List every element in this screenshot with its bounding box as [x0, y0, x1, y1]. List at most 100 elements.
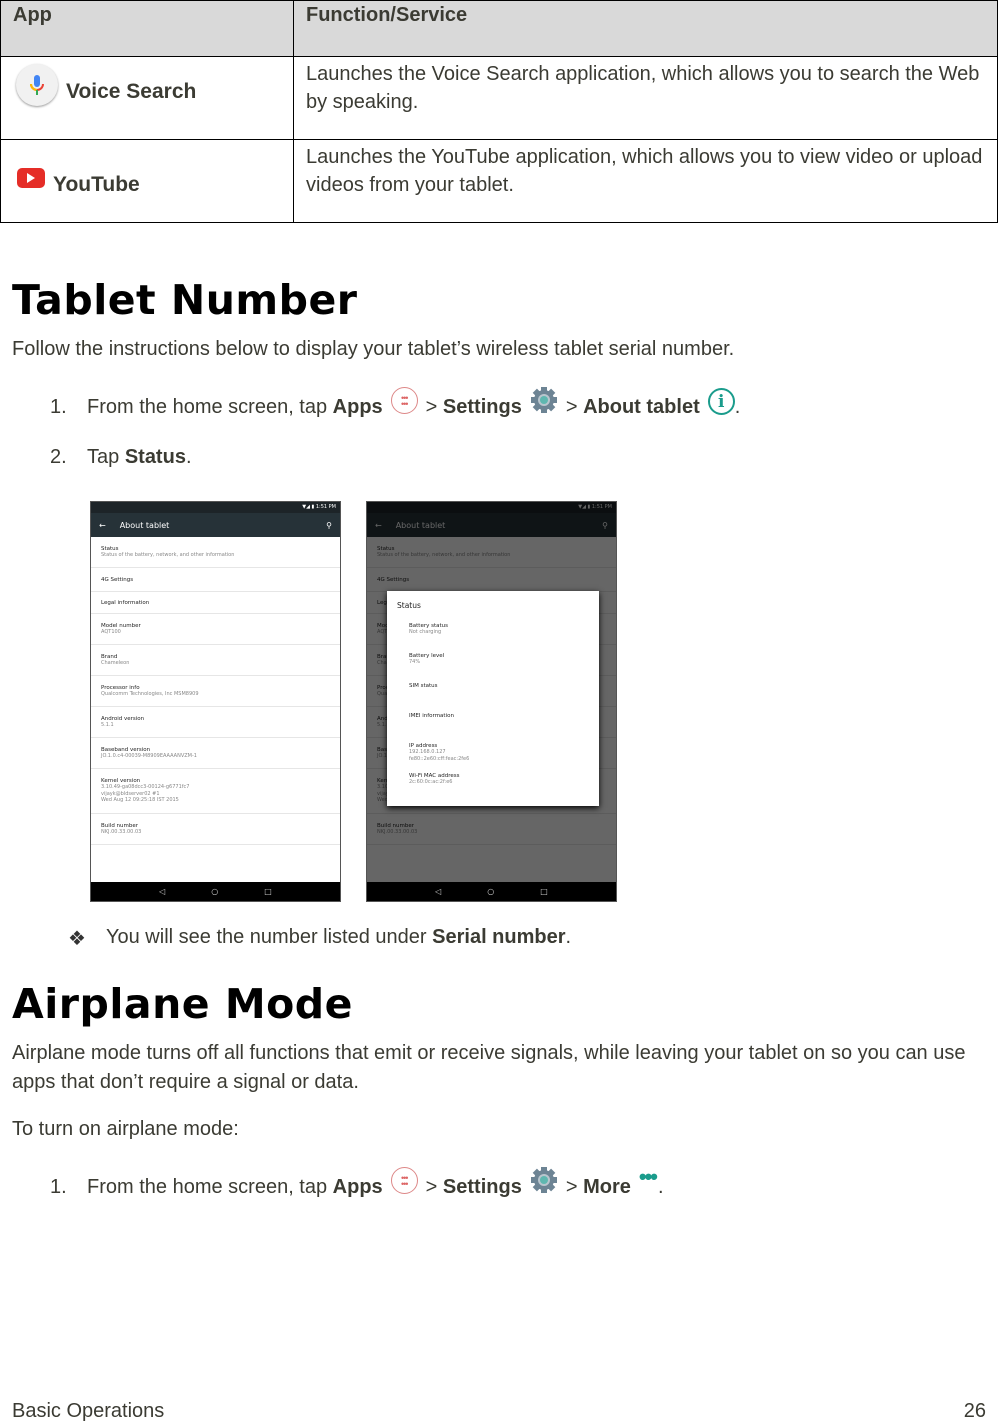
item-value: fe80::2e60:cff:feac:2fe6 [409, 755, 470, 762]
app-description: Launches the Voice Search application, w… [293, 56, 998, 140]
separator: > [425, 396, 438, 418]
about-tablet-label: About tablet [583, 396, 700, 418]
item-title: SIM status [409, 683, 438, 689]
navigation-bar: ◁ ○ □ [367, 882, 616, 901]
period: . [565, 926, 572, 948]
step-text: From the home screen, tap [87, 396, 328, 418]
header-function: Function/Service [293, 0, 998, 57]
row-title: Legal information [101, 599, 150, 606]
note-text: You will see the number listed under [106, 926, 427, 948]
step-number: 1. [50, 1176, 67, 1198]
step-text: From the home screen, tap [87, 1176, 328, 1198]
row-subtitle: JO.1.0.c4-00039-M8909EAAAANVZM-1 [101, 752, 197, 759]
navigation-bar: ◁ ○ □ [91, 882, 340, 901]
dialog-item: IP address 192.168.0.127 fe80::2e60:cff:fe… [387, 743, 599, 773]
instruction-text: To turn on airplane mode: [12, 1118, 239, 1140]
period: . [734, 396, 741, 418]
step-2: 2. Tap Status. [50, 446, 192, 469]
status-label: Status [124, 446, 186, 468]
search-icon: ⚲ [326, 520, 332, 530]
row-subtitle: Wed Aug 12 09:25:18 IST 2015 [101, 797, 179, 804]
step-number: 1. [50, 396, 67, 418]
back-icon: ◁ [159, 887, 166, 896]
more-label: More [583, 1176, 631, 1198]
item-title: IMEI information [409, 713, 454, 719]
home-icon: ○ [487, 887, 495, 896]
status-bar: ▼◢ ▮ 1:51 PM [91, 502, 340, 513]
period: . [657, 1176, 664, 1198]
row-subtitle: 5.1.1 [101, 721, 114, 728]
toolbar: ← About tablet ⚲ [91, 513, 340, 537]
about-tablet-screenshot: ▼◢ ▮ 1:51 PM ← About tablet ⚲ Status Status o… [90, 501, 341, 902]
row-subtitle: NKJ.00.33.00.03 [101, 828, 142, 835]
gear-icon [530, 1166, 557, 1193]
dialog-item: Battery status Not charging [387, 623, 599, 653]
info-icon: i [707, 388, 735, 415]
table-row: YouTube Launches the YouTube application… [0, 139, 998, 223]
item-value: 74% [409, 659, 421, 665]
period: . [185, 446, 192, 468]
youtube-icon [17, 168, 45, 188]
note: ❖ You will see the number listed under S… [68, 926, 571, 951]
apps-table: App Function/Service Voice Search Launche… [0, 0, 998, 223]
apps-icon: ••• ••• [390, 1167, 418, 1194]
dialog-title: Status [397, 601, 421, 610]
gear-icon [530, 386, 557, 413]
diamond-bullet-icon: ❖ [68, 928, 86, 950]
dialog-item: IMEI information [387, 713, 599, 743]
separator: > [565, 396, 578, 418]
intro-text: Follow the instructions below to display… [12, 338, 735, 360]
item-value: 2c:60:0c:ac:2f:e6 [409, 779, 453, 785]
item-value: Not charging [409, 629, 442, 635]
apps-label: Apps [332, 396, 383, 418]
home-icon: ○ [211, 887, 219, 896]
settings-row: Build numberNKJ.00.33.00.03 [91, 814, 340, 845]
table-row: Voice Search Launches the Voice Search a… [0, 56, 998, 140]
toolbar-title: About tablet [119, 520, 170, 530]
dialog-item: Battery level 74% [387, 653, 599, 683]
apps-label: Apps [332, 1176, 383, 1198]
back-icon: ◁ [435, 887, 442, 896]
app-name: Voice Search [66, 80, 197, 103]
header-app: App [0, 0, 294, 57]
page-number: 26 [963, 1400, 986, 1422]
apps-icon: ••• ••• [390, 387, 418, 414]
row-subtitle: Chameleon [101, 659, 130, 666]
more-icon: ••• [638, 1163, 658, 1189]
status-dialog-screenshot: ▼◢ ▮ 1:51 PM←About tablet⚲StatusStatus o… [366, 501, 617, 902]
app-name: YouTube [53, 173, 140, 196]
app-description: Launches the YouTube application, which … [293, 139, 998, 223]
row-subtitle: Qualcomm Technologies, Inc MSM8909 [101, 690, 199, 697]
settings-row: Legal information [91, 592, 340, 614]
settings-row: Model numberAQT100 [91, 614, 340, 645]
step-1: 1. From the home screen, tap Apps ••• •••… [50, 1164, 664, 1199]
step-text: Tap [87, 446, 120, 468]
settings-row: Android version5.1.1 [91, 707, 340, 738]
row-title: 4G Settings [101, 576, 134, 583]
settings-row: Processor infoQualcomm Technologies, Inc… [91, 676, 340, 707]
recents-icon: □ [540, 887, 548, 896]
step-1: 1. From the home screen, tap Apps ••• •••… [50, 386, 741, 419]
row-subtitle: AQT100 [101, 628, 121, 635]
settings-row: 4G Settings [91, 568, 340, 592]
separator: > [565, 1176, 578, 1198]
microphone-icon [16, 64, 58, 106]
back-arrow-icon: ← [99, 520, 106, 530]
settings-row: BrandChameleon [91, 645, 340, 676]
settings-row: StatusStatus of the battery, network, an… [91, 537, 340, 568]
settings-row: Kernel version3.10.49-ga08dcc3-00124-g67… [91, 769, 340, 814]
intro-text: Airplane mode turns off all functions th… [12, 1042, 966, 1093]
settings-label: Settings [442, 396, 522, 418]
settings-row: Baseband versionJO.1.0.c4-00039-M8909EAA… [91, 738, 340, 769]
step-number: 2. [50, 446, 67, 468]
status-dialog: Status Battery status Not charging Battery … [387, 591, 599, 806]
section-title: Tablet Number [12, 276, 358, 324]
dialog-item: SIM status [387, 683, 599, 713]
row-subtitle: Status of the battery, network, and othe… [101, 551, 235, 558]
settings-label: Settings [442, 1176, 522, 1198]
recents-icon: □ [264, 887, 272, 896]
dialog-item: Wi-Fi MAC address 2c:60:0c:ac:2f:e6 [387, 773, 599, 803]
footer-section: Basic Operations [12, 1400, 165, 1422]
section-title: Airplane Mode [12, 980, 353, 1028]
serial-number-label: Serial number [432, 926, 566, 948]
